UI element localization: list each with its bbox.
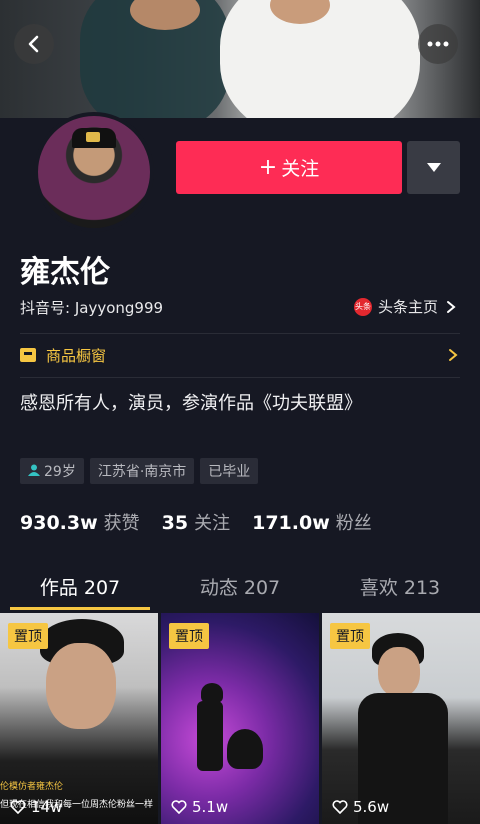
- thumbnail-performer: [201, 683, 223, 703]
- pinned-badge: 置顶: [169, 623, 209, 649]
- thumbnail-face: [378, 647, 420, 697]
- video-likes: 5.1w: [171, 798, 228, 816]
- chevron-right-icon: [447, 300, 456, 313]
- toutiao-label: 头条主页: [377, 298, 438, 316]
- tag-education: 已毕业: [200, 458, 259, 484]
- video-caption: 伦模仿者雍杰伦: [0, 782, 64, 792]
- more-dots-icon: [427, 41, 449, 47]
- avatar-cap-logo: [86, 132, 100, 142]
- profile-tabs: 作品 207 动态 207 喜欢 213: [0, 573, 480, 611]
- heart-icon: [332, 800, 348, 814]
- divider: [20, 333, 460, 334]
- divider: [20, 377, 460, 378]
- tab-works[interactable]: 作品 207: [0, 573, 160, 611]
- pinned-badge: 置顶: [330, 623, 370, 649]
- tab-dynamics[interactable]: 动态 207: [160, 573, 320, 611]
- triangle-down-icon: [426, 163, 441, 172]
- stat-following-label: 关注: [194, 513, 231, 534]
- toutiao-homepage-link[interactable]: 头条 头条主页: [353, 296, 458, 317]
- tag-age: 29岁: [20, 458, 84, 484]
- profile-cover-image: [0, 0, 480, 118]
- tag-education-label: 已毕业: [208, 464, 251, 480]
- thumbnail-face: [46, 643, 116, 729]
- person-icon: [28, 464, 40, 479]
- avatar[interactable]: [34, 112, 154, 232]
- more-button[interactable]: [418, 24, 458, 64]
- tag-location: 江苏省·南京市: [89, 458, 195, 484]
- chevron-left-icon: [28, 35, 39, 53]
- douyin-id: 抖音号: Jayyong999: [20, 299, 164, 317]
- video-likes: 5.6w: [332, 798, 389, 816]
- tab-likes-label: 喜欢 213: [359, 577, 441, 599]
- recommend-dropdown-button[interactable]: [407, 141, 460, 194]
- tab-dynamics-label: 动态 207: [199, 577, 281, 599]
- stat-likes[interactable]: 930.3w 获赞: [20, 509, 140, 535]
- profile-bio: 感恩所有人，演员，参演作品《功夫联盟》: [20, 393, 362, 414]
- pinned-badge: 置顶: [8, 623, 48, 649]
- video-likes-count: 5.1w: [192, 798, 229, 816]
- shop-label: 商品橱窗: [46, 346, 107, 365]
- video-thumbnail[interactable]: 置顶 5.1w: [161, 613, 319, 824]
- video-likes-count: 5.6w: [353, 798, 390, 816]
- tag-location-label: 江苏省·南京市: [97, 464, 187, 480]
- stat-likes-number: 930.3w: [20, 512, 98, 534]
- tab-works-label: 作品 207: [39, 577, 121, 599]
- thumbnail-performer-body: [197, 701, 223, 771]
- follow-label: 关注: [281, 158, 320, 180]
- profile-stats: 930.3w 获赞 35 关注 171.0w 粉丝: [20, 509, 394, 535]
- profile-name: 雍杰伦: [20, 255, 110, 290]
- tag-age-label: 29岁: [44, 464, 76, 480]
- chevron-right-icon: [448, 344, 458, 366]
- heart-icon: [171, 800, 187, 814]
- video-likes-count: 14w: [31, 798, 63, 816]
- back-button[interactable]: [14, 24, 54, 64]
- active-tab-indicator: [10, 607, 150, 610]
- heart-icon: [10, 800, 26, 814]
- stat-likes-label: 获赞: [103, 513, 140, 534]
- video-thumbnail[interactable]: 置顶 5.6w: [322, 613, 480, 824]
- shop-icon: [20, 348, 36, 362]
- stat-followers-number: 171.0w: [252, 512, 330, 534]
- toutiao-icon: 头条: [353, 297, 372, 316]
- plus-icon: +: [258, 155, 278, 180]
- stat-followers[interactable]: 171.0w 粉丝: [252, 509, 372, 535]
- shop-window-row[interactable]: 商品橱窗: [20, 344, 460, 366]
- follow-button[interactable]: + 关注: [176, 141, 402, 194]
- stat-following[interactable]: 35 关注: [162, 509, 230, 535]
- video-grid: 置顶 伦模仿者雍杰伦 但现在相信我和每一位周杰伦粉丝一样 14w 置顶 5.1w…: [0, 613, 480, 824]
- video-likes: 14w: [10, 798, 62, 816]
- profile-tags: 29岁 江苏省·南京市 已毕业: [20, 458, 259, 484]
- stat-following-number: 35: [161, 512, 189, 534]
- tab-likes[interactable]: 喜欢 213: [320, 573, 480, 611]
- thumbnail-audience: [227, 729, 263, 769]
- stat-followers-label: 粉丝: [335, 513, 372, 534]
- video-thumbnail[interactable]: 置顶 伦模仿者雍杰伦 但现在相信我和每一位周杰伦粉丝一样 14w: [0, 613, 158, 824]
